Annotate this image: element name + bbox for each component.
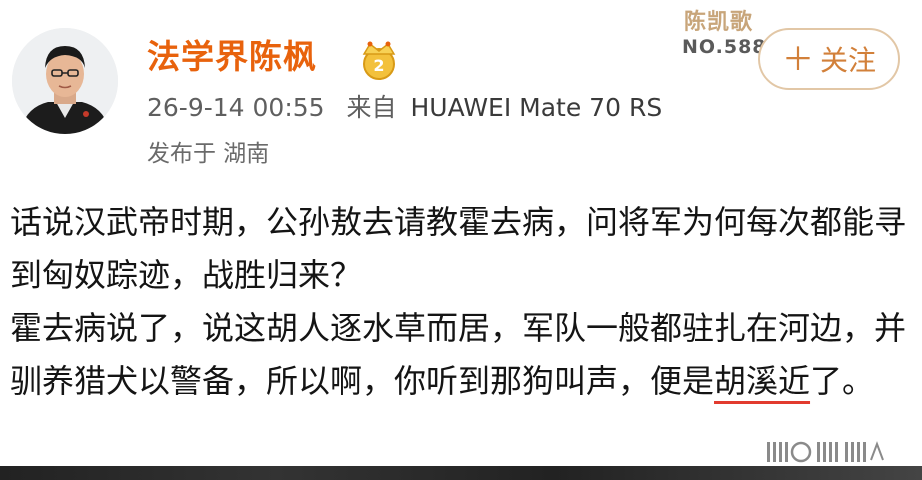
follow-label: 关注 <box>820 44 877 77</box>
post-paragraph-1: 话说汉武帝时期，公孙敖去请教霍去病，问将军为何每次都能寻到匈奴踪迹，战胜归来？ <box>10 203 907 294</box>
source-prefix: 来自 <box>346 93 397 122</box>
avatar-portrait-icon <box>12 28 118 134</box>
device-name: HUAWEI Mate 70 RS <box>410 93 663 122</box>
post-meta: 26-9-14 00:55 来自 HUAWEI Mate 70 RS <box>147 95 662 120</box>
post-paragraph-2-end: 了。 <box>810 362 875 400</box>
post-timestamp: 26-9-14 00:55 <box>147 93 325 122</box>
post-body: 话说汉武帝时期，公孙敖去请教霍去病，问将军为何每次都能寻到匈奴踪迹，战胜归来？ … <box>10 196 915 408</box>
plus-icon: ＋ <box>781 40 814 78</box>
watermark-name: 陈凯歌 <box>684 10 754 35</box>
crown-vip-icon: 2 <box>355 36 403 84</box>
logo-watermark-icon <box>765 436 915 468</box>
bottom-image-strip <box>0 466 922 480</box>
post-paragraph-2: 霍去病说了，说这胡人逐水草而居，军队一般都驻扎在河边，并驯养猎犬以警备，所以啊，… <box>10 302 915 408</box>
post-location: 发布于 湖南 <box>147 141 270 167</box>
username[interactable]: 法学界陈枫 <box>147 40 317 73</box>
svg-text:2: 2 <box>373 56 384 75</box>
follow-button[interactable]: ＋ 关注 <box>758 28 900 90</box>
avatar[interactable] <box>12 28 118 134</box>
highlighted-phrase: 胡溪近 <box>714 362 811 400</box>
